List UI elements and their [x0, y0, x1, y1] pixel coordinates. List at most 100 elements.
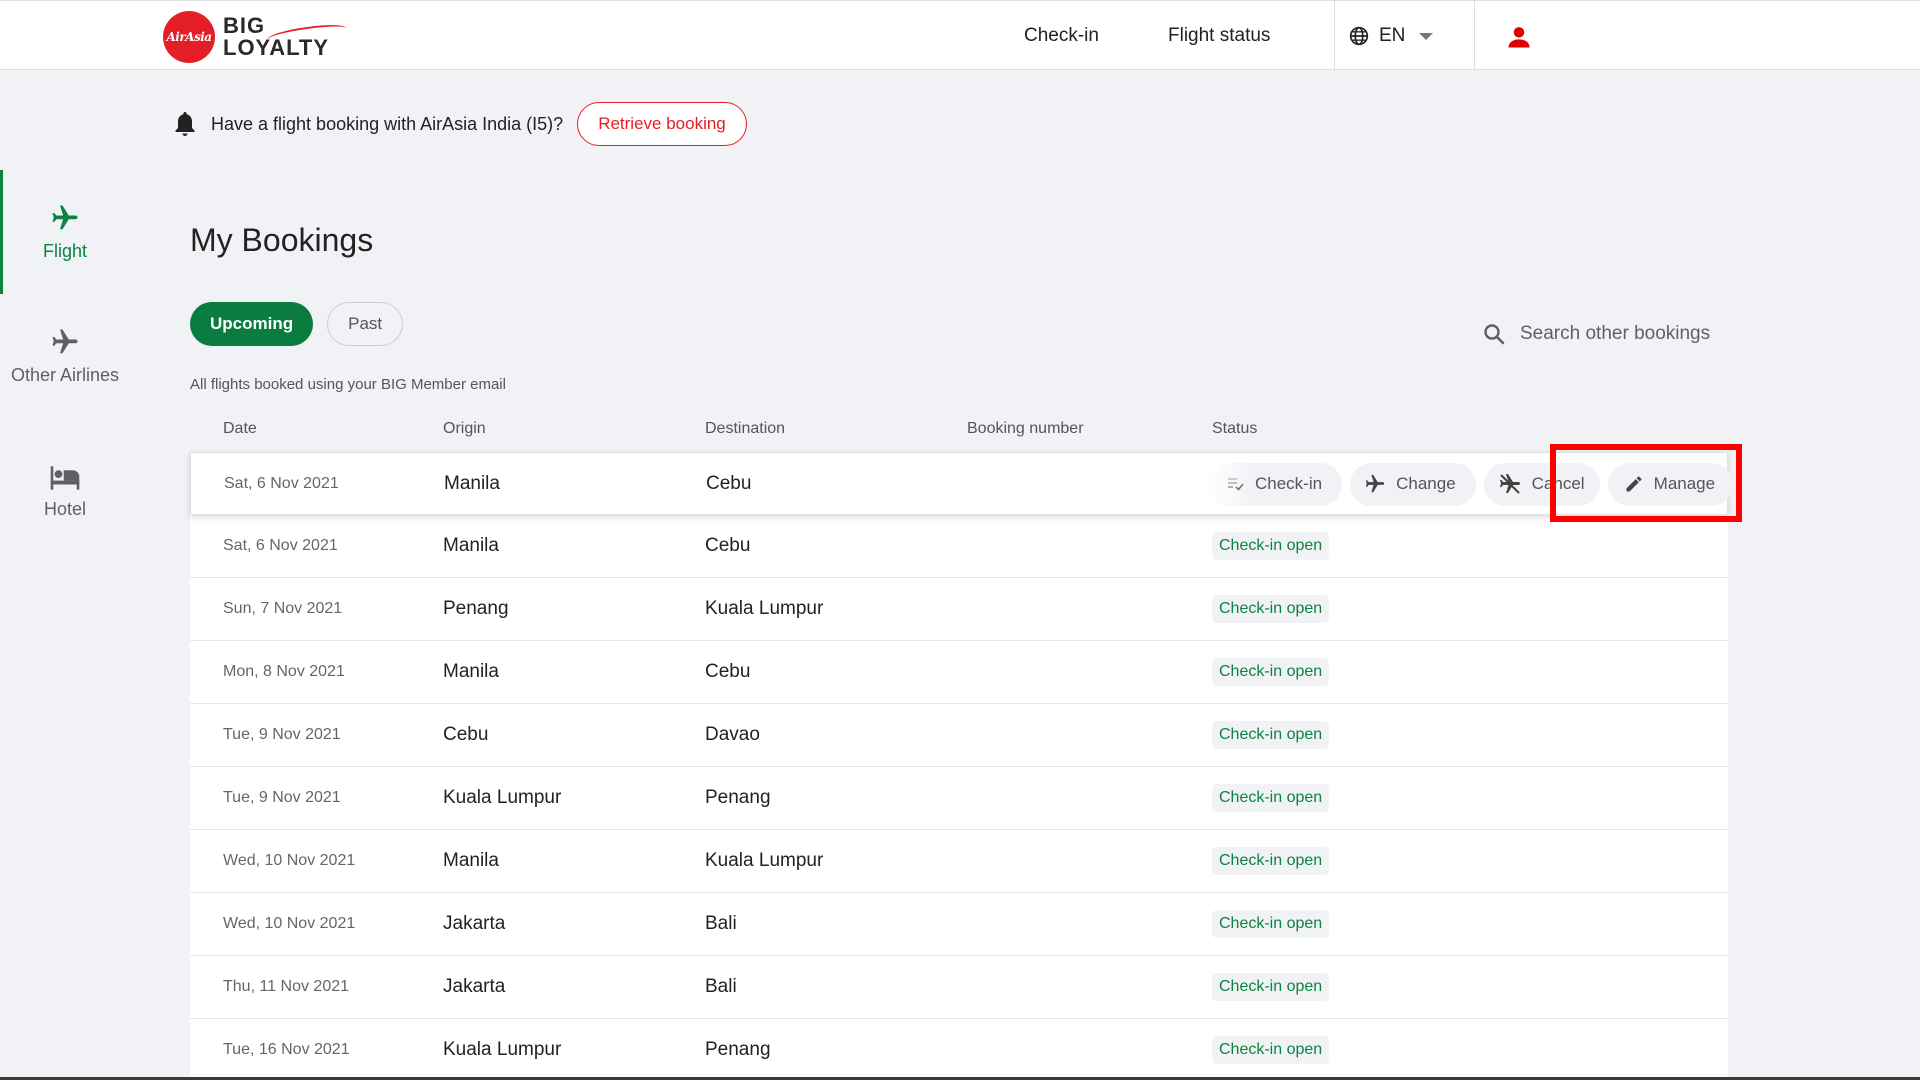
status-badge: Check-in open — [1212, 784, 1330, 812]
sidebar-item-label: Flight — [42, 240, 87, 261]
manage-label: Manage — [1653, 474, 1716, 493]
tab-past[interactable]: Past — [327, 302, 404, 346]
booking-origin: Manila — [443, 850, 499, 871]
airasia-india-notice: Have a flight booking with AirAsia India… — [173, 102, 747, 146]
sidebar-item-label: Hotel — [43, 498, 87, 519]
booking-origin: Manila — [443, 661, 499, 682]
retrieve-booking-button[interactable]: Retrieve booking — [577, 102, 747, 146]
table-row[interactable]: Wed, 10 Nov 2021 Jakarta Bali Check-in open — [190, 893, 1728, 956]
sidebar-item-flight[interactable]: Flight — [0, 170, 130, 294]
language-selector[interactable]: EN — [1334, 1, 1475, 71]
booking-destination: Cebu — [705, 661, 751, 682]
airplane-off-icon — [1499, 474, 1520, 494]
bookings-table: Sat, 6 Nov 2021 Manila Cebu Check-in Cha… — [190, 452, 1734, 1080]
manage-button[interactable]: Manage — [1607, 462, 1734, 506]
sidebar-item-hotel[interactable]: Hotel — [0, 430, 130, 554]
booking-destination: Kuala Lumpur — [705, 850, 824, 871]
booking-origin: Jakarta — [443, 976, 506, 997]
status-badge: Check-in open — [1212, 1036, 1330, 1064]
table-row[interactable]: Tue, 9 Nov 2021 Cebu Davao Check-in open — [190, 704, 1728, 767]
column-header-origin: Origin — [443, 420, 486, 437]
status-badge: Check-in open — [1212, 973, 1330, 1001]
table-row[interactable]: Wed, 10 Nov 2021 Manila Kuala Lumpur Check-… — [190, 830, 1728, 893]
booking-tabs: Upcoming Past — [190, 302, 404, 346]
check-in-button[interactable]: Check-in — [1207, 462, 1343, 506]
booking-origin: Manila — [443, 535, 499, 556]
booking-destination: Cebu — [705, 535, 751, 556]
table-row[interactable]: Tue, 9 Nov 2021 Kuala Lumpur Penang Check-i… — [190, 767, 1728, 830]
column-header-date: Date — [223, 420, 257, 437]
booking-origin: Kuala Lumpur — [443, 787, 562, 808]
booking-date: Sat, 6 Nov 2021 — [224, 475, 339, 492]
booking-date: Wed, 10 Nov 2021 — [223, 915, 356, 932]
table-row[interactable]: Sat, 6 Nov 2021 Manila Cebu Check-in open — [190, 515, 1728, 578]
airasia-big-loyalty-logo[interactable]: AirAsia BIG LOYALTY — [163, 11, 348, 63]
change-label: Change — [1396, 474, 1456, 493]
booking-date: Tue, 16 Nov 2021 — [223, 1041, 350, 1058]
booking-origin: Jakarta — [443, 913, 506, 934]
table-row[interactable]: Sat, 6 Nov 2021 Manila Cebu Check-in Cha… — [190, 452, 1734, 515]
status-badge: Check-in open — [1212, 658, 1330, 686]
sidebar-item-other-airlines[interactable]: Other Airlines — [0, 294, 130, 418]
search-other-bookings[interactable]: Search other bookings — [1482, 322, 1710, 346]
booking-origin: Cebu — [443, 724, 489, 745]
checklist-icon — [1228, 478, 1244, 491]
booking-origin: Kuala Lumpur — [443, 1039, 562, 1060]
booking-status: Check-in open — [1212, 893, 1330, 955]
booking-destination: Penang — [705, 1039, 771, 1060]
language-code: EN — [1379, 25, 1406, 46]
booking-date: Mon, 8 Nov 2021 — [223, 663, 345, 680]
search-icon — [1484, 324, 1505, 345]
globe-icon — [1349, 26, 1369, 46]
booking-status: Check-in open — [1212, 515, 1330, 577]
booking-destination: Bali — [705, 913, 737, 934]
booking-origin: Penang — [443, 598, 509, 619]
column-header-booking-number: Booking number — [967, 420, 1084, 437]
status-badge: Check-in open — [1212, 532, 1330, 560]
booking-origin: Manila — [444, 473, 500, 494]
booking-date: Thu, 11 Nov 2021 — [223, 978, 350, 995]
sidebar-item-label: Other Airlines — [10, 364, 120, 385]
booking-destination: Cebu — [706, 473, 752, 494]
booking-date: Sat, 6 Nov 2021 — [223, 537, 338, 554]
page-title: My Bookings — [190, 222, 374, 258]
bed-icon — [50, 465, 80, 490]
status-badge: Check-in open — [1212, 847, 1330, 875]
change-button[interactable]: Change — [1350, 462, 1476, 506]
airplane-icon — [52, 205, 78, 229]
airplane-icon — [1365, 474, 1385, 493]
table-row[interactable]: Tue, 16 Nov 2021 Kuala Lumpur Penang Check-… — [190, 1019, 1728, 1080]
user-icon[interactable] — [1505, 23, 1533, 51]
booking-status: Check-in open — [1212, 830, 1330, 892]
caret-down-icon — [1419, 32, 1434, 40]
booking-status: Check-in open — [1212, 1019, 1330, 1080]
table-header: Date Origin Destination Booking number S… — [190, 418, 1728, 442]
table-row[interactable]: Thu, 11 Nov 2021 Jakarta Bali Check-in open — [190, 956, 1728, 1019]
airasia-logo-mark: AirAsia — [163, 11, 215, 63]
airplane-icon — [52, 329, 78, 353]
nav-check-in[interactable]: Check-in — [1024, 1, 1099, 71]
table-row[interactable]: Sun, 7 Nov 2021 Penang Kuala Lumpur Check-i… — [190, 578, 1728, 641]
search-input[interactable]: Search other bookings — [1520, 323, 1710, 345]
booking-destination: Bali — [705, 976, 737, 997]
notice-text: Have a flight booking with AirAsia India… — [211, 113, 564, 134]
booking-status: Check-in open — [1212, 767, 1330, 829]
nav-flight-status[interactable]: Flight status — [1168, 1, 1270, 71]
cancel-button[interactable]: Cancel — [1483, 462, 1600, 506]
table-row[interactable]: Mon, 8 Nov 2021 Manila Cebu Check-in open — [190, 641, 1728, 704]
pencil-icon — [1626, 476, 1642, 492]
cancel-label: Cancel — [1531, 474, 1585, 493]
booking-status: Check-in open — [1212, 641, 1330, 703]
booking-status: Check-in open — [1212, 578, 1330, 640]
booking-date: Tue, 9 Nov 2021 — [223, 789, 341, 806]
check-in-label: Check-in — [1255, 474, 1323, 493]
tab-upcoming[interactable]: Upcoming — [190, 302, 314, 346]
booking-destination: Penang — [705, 787, 771, 808]
booking-status: Check-in open — [1212, 704, 1330, 766]
top-header: AirAsia BIG LOYALTY Check-in Flight stat… — [0, 0, 1920, 71]
booking-destination: Davao — [705, 724, 760, 745]
row-actions: Check-in Change Cancel Manage — [1207, 453, 1734, 515]
status-badge: Check-in open — [1212, 595, 1330, 623]
booking-date: Sun, 7 Nov 2021 — [223, 600, 343, 617]
column-header-destination: Destination — [705, 420, 786, 437]
